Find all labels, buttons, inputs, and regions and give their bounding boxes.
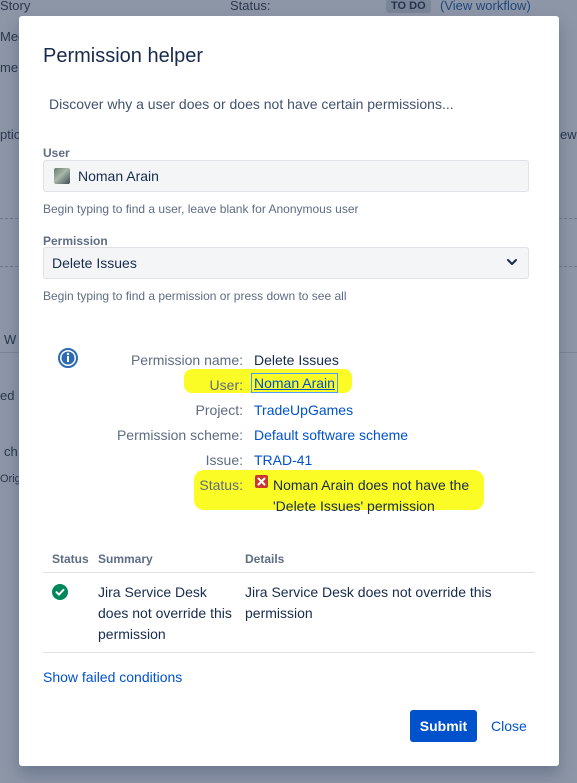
submit-button[interactable]: Submit <box>410 710 477 742</box>
info-icon <box>58 348 78 368</box>
permission-name-label: Permission name: <box>130 352 243 368</box>
table-header-details: Details <box>245 552 285 566</box>
permission-field-hint: Begin typing to find a permission or pre… <box>43 289 347 303</box>
user-field-label: User <box>43 146 70 160</box>
table-divider <box>43 572 535 573</box>
user-label: User: <box>209 377 243 393</box>
permission-select[interactable]: Delete Issues <box>43 247 529 279</box>
permission-name-value: Delete Issues <box>254 352 339 368</box>
user-field[interactable]: Noman Arain <box>43 160 529 192</box>
permission-scheme-link[interactable]: Default software scheme <box>254 427 408 443</box>
user-field-hint: Begin typing to find a user, leave blank… <box>43 202 359 216</box>
table-row-summary: Jira Service Desk does not override this… <box>98 584 232 642</box>
chevron-down-icon <box>507 259 517 265</box>
permission-field-label: Permission <box>43 234 108 248</box>
table-header-summary: Summary <box>98 552 153 566</box>
status-message: Noman Arain does not have the 'Delete Is… <box>273 477 470 514</box>
table-row-details: Jira Service Desk does not override this… <box>245 584 492 621</box>
issue-label: Issue: <box>205 452 243 468</box>
close-link[interactable]: Close <box>491 718 527 734</box>
table-divider <box>43 652 535 653</box>
user-field-value: Noman Arain <box>78 168 159 184</box>
dialog-description: Discover why a user does or does not hav… <box>49 96 454 112</box>
check-circle-icon <box>52 584 68 600</box>
avatar <box>54 168 70 184</box>
error-x-icon <box>255 475 268 488</box>
permission-select-value: Delete Issues <box>52 255 137 271</box>
show-failed-conditions-link[interactable]: Show failed conditions <box>43 669 182 685</box>
permission-scheme-label: Permission scheme: <box>116 427 243 443</box>
status-label: Status: <box>199 477 243 493</box>
permission-helper-dialog: Permission helper Discover why a user do… <box>19 16 559 766</box>
project-link[interactable]: TradeUpGames <box>254 402 353 418</box>
issue-link[interactable]: TRAD-41 <box>254 452 312 468</box>
table-header-status: Status <box>52 552 89 566</box>
user-link[interactable]: Noman Arain <box>251 373 338 393</box>
dialog-title: Permission helper <box>43 45 204 67</box>
project-label: Project: <box>195 402 243 418</box>
